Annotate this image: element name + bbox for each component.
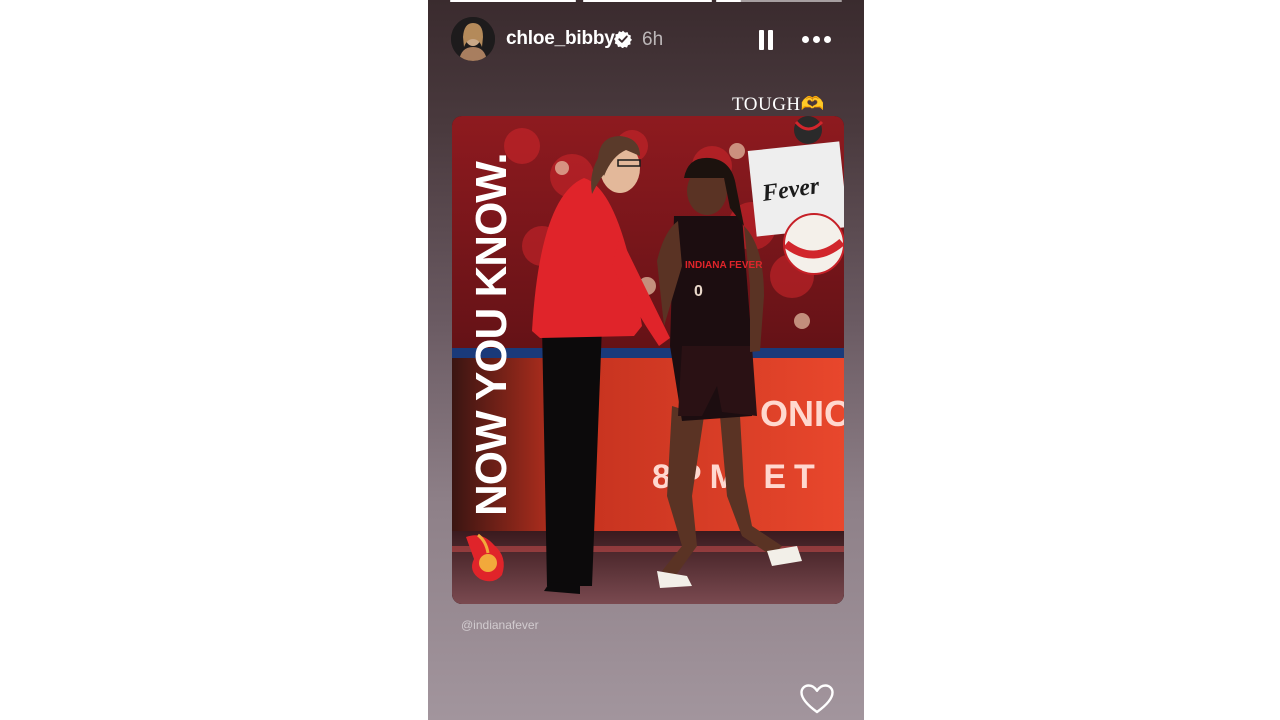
avatar[interactable] <box>451 17 495 61</box>
jersey-number: 0 <box>694 283 703 300</box>
story-progress-segment-1 <box>450 0 576 2</box>
story-progress-segment-2 <box>583 0 712 2</box>
mention-tag[interactable]: @indianafever <box>461 618 539 632</box>
pause-icon[interactable] <box>755 28 777 52</box>
more-options-icon[interactable] <box>800 34 834 46</box>
post-time: 6h <box>642 29 664 50</box>
story-header: chloe_bibby 6h <box>428 14 864 66</box>
story-caption: TOUGH🫶 <box>732 94 825 115</box>
page: chloe_bibby 6h TOUGH🫶 ONIC 8PM ET INDIAN… <box>0 0 1280 720</box>
heart-icon[interactable] <box>800 684 834 714</box>
story-progress-segment-3 <box>716 0 842 2</box>
username[interactable]: chloe_bibby <box>506 28 615 50</box>
verified-badge-icon <box>614 30 632 49</box>
arena-board-text-1: ONIC <box>760 393 844 434</box>
story-viewer[interactable]: chloe_bibby 6h TOUGH🫶 ONIC 8PM ET INDIAN… <box>428 0 864 720</box>
post-headline: NOW YOU KNOW. <box>467 153 516 516</box>
jersey-text: INDIANA FEVER <box>685 260 763 271</box>
post-image: ONIC 8PM ET INDIANA FEVER 0 NOW YOU KNOW… <box>452 116 844 604</box>
